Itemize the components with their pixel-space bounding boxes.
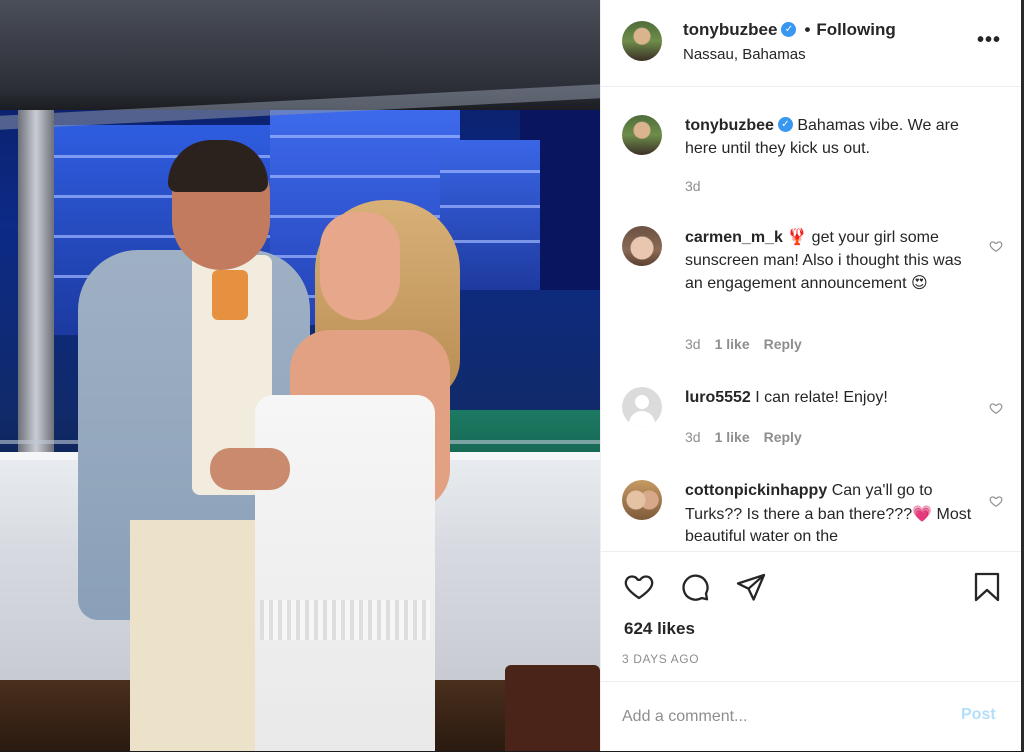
default-avatar-body [629,411,655,427]
woman-dress [255,395,435,751]
comment-time[interactable]: 3d [685,178,701,194]
comment-username[interactable]: luro5552 [685,389,751,406]
comment-username[interactable]: cottonpickinhappy [685,482,827,499]
comment-input[interactable] [622,704,942,730]
comment-body: I can relate! Enjoy! [755,389,888,406]
comment-composer: Post [601,681,1022,752]
author-avatar[interactable] [622,21,662,61]
lobster-emoji: 🦞 [787,227,808,246]
reply-button[interactable]: Reply [764,429,802,445]
verified-badge-icon: ✓ [777,117,793,133]
comment-like-heart-icon[interactable] [989,401,1003,415]
following-button[interactable]: Following [816,20,895,39]
comment-text: luro5552 I can relate! Enjoy! [685,387,977,410]
comment-like-heart-icon[interactable] [989,494,1003,508]
comment-text: carmen_m_k 🦞 get your girl some sunscree… [685,226,977,296]
post-photo[interactable] [0,0,600,751]
dress-lace [260,600,430,640]
heart-eyes-emoji: 😍 [910,273,928,292]
comment-time[interactable]: 3d [685,429,701,445]
comment-meta: 3d 1 like Reply [685,336,816,352]
paper-plane-icon[interactable] [735,571,767,603]
comment-likes[interactable]: 1 like [715,336,750,352]
commenter-avatar[interactable] [622,480,662,520]
comment-username[interactable]: tonybuzbee [685,117,774,134]
comment-likes[interactable]: 1 like [715,429,750,445]
default-avatar-head [635,395,649,409]
comment-like-heart-icon[interactable] [989,239,1003,253]
deck-chair [505,665,600,751]
separator-dot: • [804,20,811,39]
verified-badge-icon: ✓ [781,22,797,38]
comment-meta: 3d [685,178,715,194]
comment-text: cottonpickinhappy Can ya'll go to Turks?… [685,480,977,549]
author-line: tonybuzbee ✓ • Following [683,20,896,40]
post-actions: 624 likes 3 DAYS AGO [601,551,1022,682]
heart-icon[interactable] [623,571,655,603]
comments-list[interactable]: tonybuzbee ✓ Bahamas vibe. We are here un… [601,87,1022,550]
commenter-avatar[interactable] [622,387,662,427]
post-header: tonybuzbee ✓ • Following Nassau, Bahamas ••… [601,0,1022,87]
more-options-icon[interactable]: ••• [977,28,1001,52]
bookmark-icon[interactable] [971,571,1003,603]
man-ascot [212,270,248,320]
deck-pole [18,110,54,470]
caption-avatar[interactable] [622,115,662,155]
comment-bubble-icon[interactable] [679,571,711,603]
woman-head [320,212,400,320]
author-username[interactable]: tonybuzbee [683,20,777,39]
pink-heart-emoji: 💗 [912,503,933,523]
caption-text: tonybuzbee ✓ Bahamas vibe. We are here un… [685,115,977,160]
post-location[interactable]: Nassau, Bahamas [683,46,806,63]
joined-hands [210,448,290,490]
reply-button[interactable]: Reply [764,336,802,352]
likes-count[interactable]: 624 likes [624,619,695,639]
comment-meta: 3d 1 like Reply [685,429,816,445]
post-side-panel: tonybuzbee ✓ • Following Nassau, Bahamas ••… [600,0,1022,751]
post-timestamp[interactable]: 3 DAYS AGO [622,652,699,666]
post-comment-button[interactable]: Post [961,706,996,724]
comment-time[interactable]: 3d [685,336,701,352]
comment-username[interactable]: carmen_m_k [685,229,783,246]
commenter-avatar[interactable] [622,226,662,266]
